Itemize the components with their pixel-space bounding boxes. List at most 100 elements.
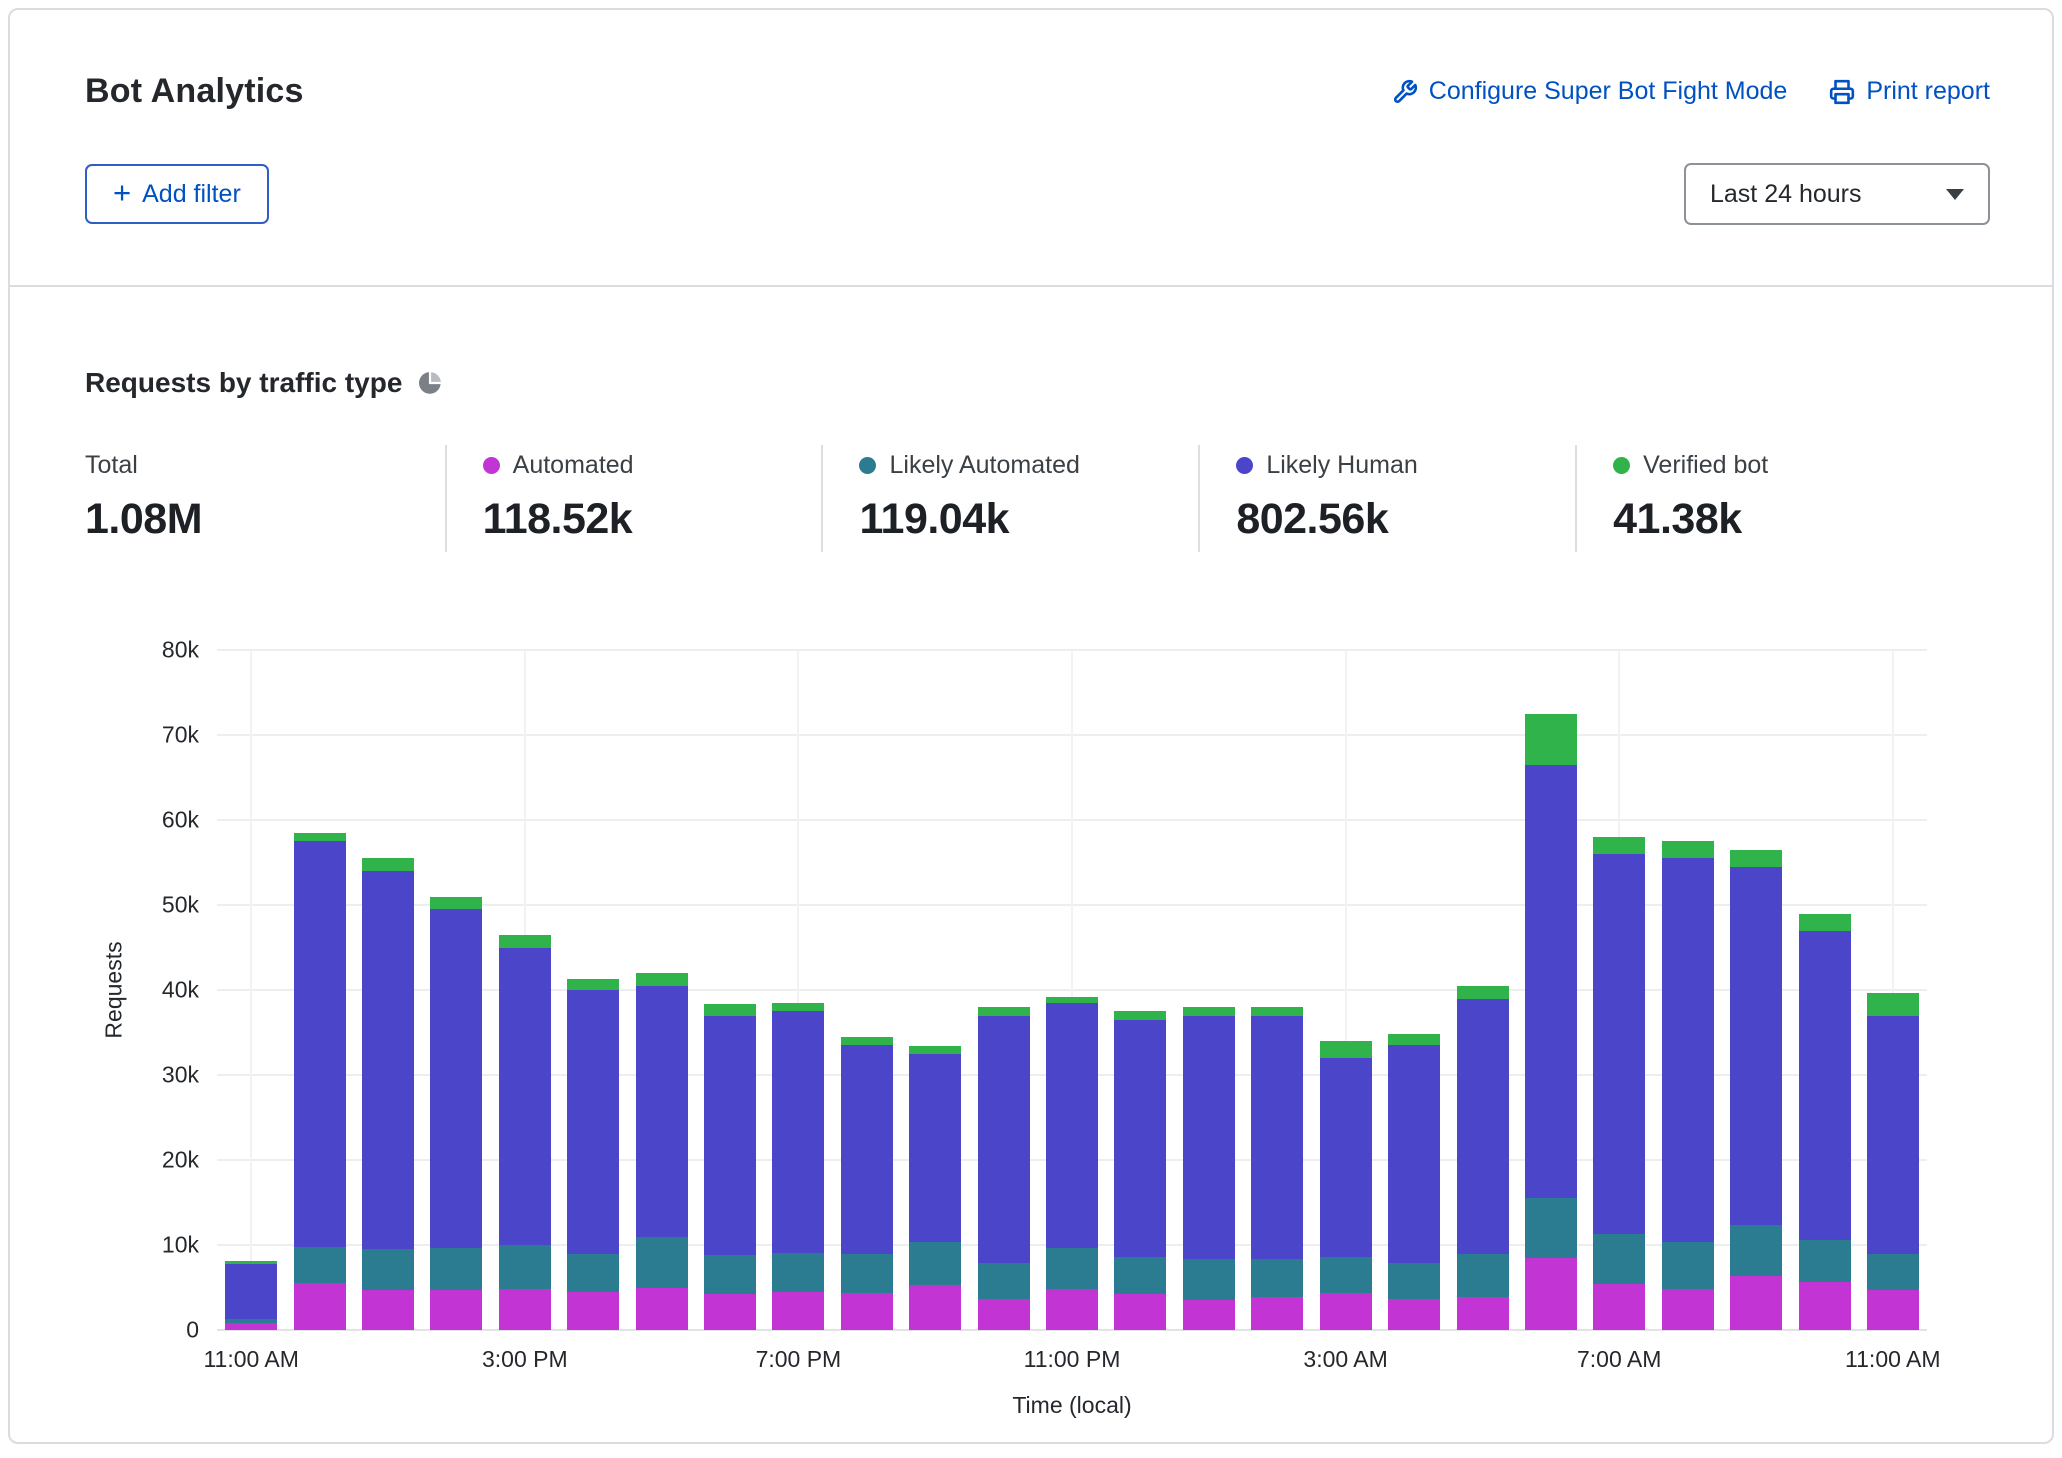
bar-18[interactable] xyxy=(1448,650,1516,1330)
bar-5[interactable] xyxy=(559,650,627,1330)
stat-value: 802.56k xyxy=(1236,495,1575,544)
bar-stack-2 xyxy=(362,650,414,1330)
print-report-link[interactable]: Print report xyxy=(1829,77,1990,106)
bar-16[interactable] xyxy=(1312,650,1380,1330)
bar-23-segment-likely-automated xyxy=(1799,1240,1851,1283)
bar-9[interactable] xyxy=(833,650,901,1330)
bar-19-segment-likely-automated xyxy=(1525,1198,1577,1258)
bar-stack-16 xyxy=(1320,650,1372,1330)
bar-12[interactable] xyxy=(1038,650,1106,1330)
bar-3-segment-automated xyxy=(430,1290,482,1330)
stat-value: 118.52k xyxy=(483,495,822,544)
bar-1[interactable] xyxy=(285,650,353,1330)
bar-1-segment-verified-bot xyxy=(294,833,346,842)
bar-7[interactable] xyxy=(696,650,764,1330)
bar-18-segment-likely-automated xyxy=(1457,1254,1509,1297)
controls-row: + Add filter Last 24 hours xyxy=(85,163,1990,225)
bar-20[interactable] xyxy=(1585,650,1653,1330)
y-tick-label-40k: 40k xyxy=(162,977,199,1004)
bar-18-segment-verified-bot xyxy=(1457,986,1509,999)
section-title: Requests by traffic type xyxy=(85,367,402,399)
bar-13-segment-likely-automated xyxy=(1114,1257,1166,1294)
bar-17-segment-likely-human xyxy=(1388,1045,1440,1263)
bar-23-segment-likely-human xyxy=(1799,931,1851,1240)
bar-24-segment-verified-bot xyxy=(1867,993,1919,1015)
bar-11[interactable] xyxy=(969,650,1037,1330)
y-tick-label-30k: 30k xyxy=(162,1062,199,1089)
bar-4-segment-likely-automated xyxy=(499,1245,551,1289)
bar-17-segment-automated xyxy=(1388,1299,1440,1330)
add-filter-button[interactable]: + Add filter xyxy=(85,164,269,224)
bar-19[interactable] xyxy=(1517,650,1585,1330)
x-tick-label-3:00-pm: 3:00 PM xyxy=(482,1346,568,1373)
bar-2[interactable] xyxy=(354,650,422,1330)
bar-14[interactable] xyxy=(1175,650,1243,1330)
bar-17[interactable] xyxy=(1380,650,1448,1330)
stat-likely-automated[interactable]: Likely Automated119.04k xyxy=(821,445,1198,552)
bar-stack-19 xyxy=(1525,650,1577,1330)
bar-10-segment-likely-human xyxy=(909,1054,961,1242)
bar-9-segment-likely-automated xyxy=(841,1254,893,1293)
bar-13-segment-verified-bot xyxy=(1114,1011,1166,1020)
bar-stack-9 xyxy=(841,650,893,1330)
x-tick-label-7:00-pm: 7:00 PM xyxy=(756,1346,842,1373)
x-tick-label-3:00-am: 3:00 AM xyxy=(1303,1346,1387,1373)
bar-14-segment-verified-bot xyxy=(1183,1007,1235,1016)
bot-analytics-card: Bot Analytics Configure Super Bot Fight … xyxy=(8,8,2054,1444)
time-range-select[interactable]: Last 24 hours xyxy=(1684,163,1990,225)
stat-verified-bot[interactable]: Verified bot41.38k xyxy=(1575,445,1952,552)
bar-22-segment-verified-bot xyxy=(1730,850,1782,867)
bar-24[interactable] xyxy=(1859,650,1927,1330)
bar-9-segment-automated xyxy=(841,1293,893,1330)
bar-6-segment-automated xyxy=(636,1288,688,1330)
bar-6[interactable] xyxy=(627,650,695,1330)
bar-20-segment-verified-bot xyxy=(1593,837,1645,854)
bar-7-segment-automated xyxy=(704,1294,756,1330)
bar-15[interactable] xyxy=(1243,650,1311,1330)
bar-24-segment-automated xyxy=(1867,1290,1919,1330)
bar-21-segment-likely-automated xyxy=(1662,1242,1714,1290)
bar-3-segment-likely-human xyxy=(430,909,482,1248)
bar-8-segment-likely-human xyxy=(772,1011,824,1252)
bar-15-segment-automated xyxy=(1251,1297,1303,1330)
pie-chart-icon[interactable] xyxy=(417,370,443,396)
bar-12-segment-likely-automated xyxy=(1046,1248,1098,1290)
bar-2-segment-likely-human xyxy=(362,871,414,1249)
y-tick-label-60k: 60k xyxy=(162,807,199,834)
bar-21-segment-verified-bot xyxy=(1662,841,1714,858)
bar-21[interactable] xyxy=(1654,650,1722,1330)
bar-23[interactable] xyxy=(1790,650,1858,1330)
bar-22[interactable] xyxy=(1722,650,1790,1330)
bar-stack-13 xyxy=(1114,650,1166,1330)
header-links: Configure Super Bot Fight Mode Print rep… xyxy=(1392,77,1990,106)
bar-8[interactable] xyxy=(764,650,832,1330)
bar-17-segment-verified-bot xyxy=(1388,1034,1440,1045)
bar-4-segment-automated xyxy=(499,1289,551,1330)
bar-10[interactable] xyxy=(901,650,969,1330)
configure-super-bot-fight-mode-link[interactable]: Configure Super Bot Fight Mode xyxy=(1392,77,1788,106)
bar-0-segment-likely-human xyxy=(225,1264,277,1319)
bar-stack-6 xyxy=(636,650,688,1330)
bar-1-segment-likely-human xyxy=(294,841,346,1246)
stat-label: Likely Human xyxy=(1266,451,1417,480)
bar-0[interactable] xyxy=(217,650,285,1330)
bar-1-segment-likely-automated xyxy=(294,1247,346,1284)
bar-4[interactable] xyxy=(491,650,559,1330)
stat-likely-human[interactable]: Likely Human 802.56k xyxy=(1198,445,1575,552)
stat-label: Verified bot xyxy=(1643,451,1768,480)
stat-automated[interactable]: Automated 118.52k xyxy=(445,445,822,552)
bar-stack-17 xyxy=(1388,650,1440,1330)
bar-stack-7 xyxy=(704,650,756,1330)
bar-3-segment-likely-automated xyxy=(430,1248,482,1290)
bar-13[interactable] xyxy=(1106,650,1174,1330)
bar-10-segment-likely-automated xyxy=(909,1242,961,1285)
bar-5-segment-verified-bot xyxy=(567,979,619,990)
bar-3[interactable] xyxy=(422,650,490,1330)
bar-15-segment-likely-human xyxy=(1251,1016,1303,1259)
time-range-value: Last 24 hours xyxy=(1710,180,1862,209)
stat-label: Automated xyxy=(513,451,634,480)
bar-21-segment-automated xyxy=(1662,1289,1714,1330)
bar-7-segment-verified-bot xyxy=(704,1004,756,1016)
bar-0-segment-automated xyxy=(225,1323,277,1330)
header-divider xyxy=(10,285,2052,287)
